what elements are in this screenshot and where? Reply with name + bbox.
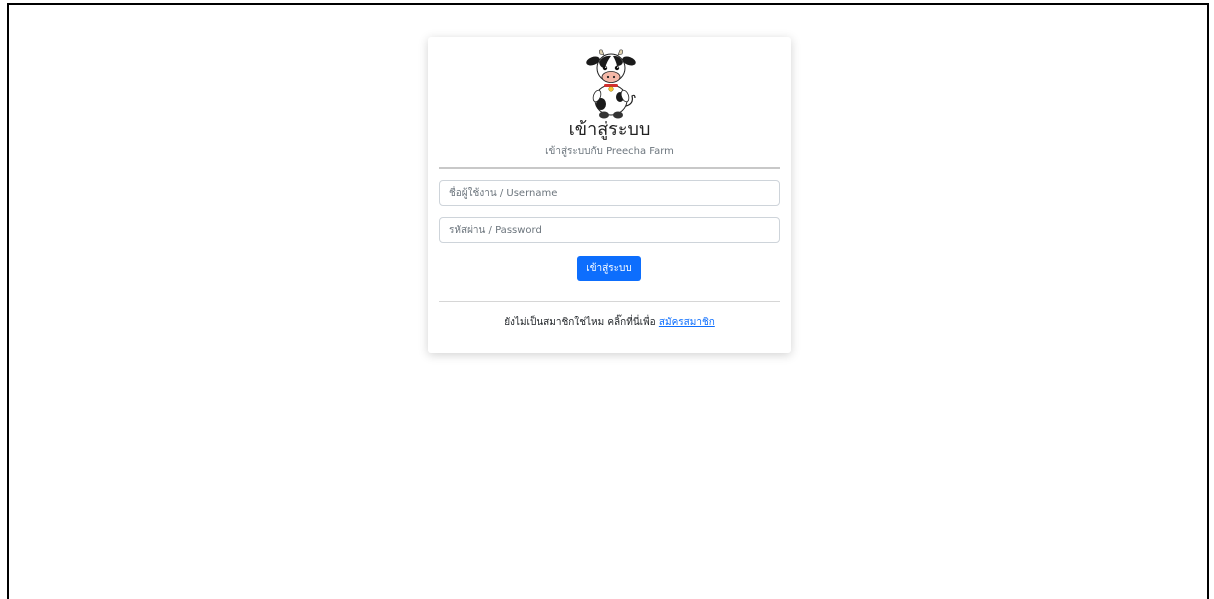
register-link[interactable]: สมัครสมาชิก — [659, 317, 715, 328]
username-input[interactable] — [439, 180, 780, 206]
cow-mascot-icon — [585, 48, 637, 120]
password-input[interactable] — [439, 217, 780, 243]
page-subtitle: เข้าสู่ระบบกับ Preecha Farm — [545, 146, 674, 157]
login-card: เข้าสู่ระบบ เข้าสู่ระบบกับ Preecha Farm … — [428, 37, 791, 353]
divider — [439, 301, 780, 302]
register-prompt-text: ยังไม่เป็นสมาชิกใช่ไหม คลิ๊กที่นี่เพื่อ — [504, 317, 659, 328]
register-prompt: ยังไม่เป็นสมาชิกใช่ไหม คลิ๊กที่นี่เพื่อ … — [428, 316, 791, 330]
login-button[interactable]: เข้าสู่ระบบ — [577, 256, 641, 281]
divider — [439, 167, 780, 169]
page-title: เข้าสู่ระบบ — [568, 119, 651, 140]
